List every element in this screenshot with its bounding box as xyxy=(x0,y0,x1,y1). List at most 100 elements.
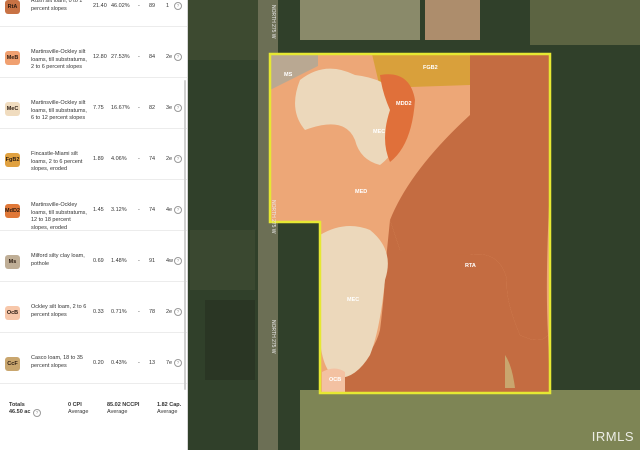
soil-percent: 46.02% xyxy=(111,3,130,9)
info-icon[interactable]: ? xyxy=(174,206,182,214)
totals-nccpi: 85.02 NCCPI xyxy=(107,402,140,408)
totals-cpi-label: Average xyxy=(68,409,89,415)
soil-table-panel: RtA Rush silt loam, 0 to 1 percent slopes… xyxy=(0,0,187,450)
soil-percent: 16.67% xyxy=(111,105,130,111)
soil-code-badge: FgB2 xyxy=(5,153,20,167)
soil-percent: 27.53% xyxy=(111,54,130,60)
info-icon[interactable]: ? xyxy=(33,409,41,417)
soil-code-badge: MeB xyxy=(5,51,20,65)
info-icon[interactable]: ? xyxy=(174,53,182,61)
soil-cap: 2e xyxy=(166,54,173,60)
soil-percent: 1.48% xyxy=(111,258,127,264)
soil-row: CcF Casco loam, 18 to 35 percent slopes 0.… xyxy=(0,333,187,384)
soil-cap: 3e xyxy=(166,105,173,111)
label-ocb: OCB xyxy=(329,377,341,383)
soil-acres: 7.75 xyxy=(93,105,104,111)
totals-cpi: 0 CPI xyxy=(68,402,82,408)
soil-row: MeB Martinsville-Ockley silt loams, till … xyxy=(0,27,187,78)
soil-name: Milford silty clay loam, pothole xyxy=(31,253,85,267)
info-icon[interactable]: ? xyxy=(174,359,182,367)
soil-row: RtA Rush silt loam, 0 to 1 percent slopes… xyxy=(0,0,187,27)
totals-row: Totals 46.50 ac ? 0 CPI Average 85.02 NC… xyxy=(0,398,187,450)
soil-cpi: - xyxy=(138,156,140,162)
soil-row: MdD2 Martinsville-Ockley loams, till subs… xyxy=(0,180,187,231)
soil-acres: 0.33 xyxy=(93,309,104,315)
soil-code-badge: OcB xyxy=(5,306,20,320)
soil-row: Ms Milford silty clay loam, pothole 0.69 1.… xyxy=(0,231,187,282)
soil-percent: 0.71% xyxy=(111,309,127,315)
road-label: NORTH 275 W xyxy=(270,320,276,354)
soil-row: FgB2 Fincastle-Miami silt loams, 2 to 6 p… xyxy=(0,129,187,180)
soil-nccpi: 82 xyxy=(149,105,156,111)
soil-nccpi: 91 xyxy=(149,258,156,264)
totals-cap: 1.82 Cap. xyxy=(157,402,182,408)
soil-name: Martinsville-Ockley silt loams, till sub… xyxy=(31,49,87,71)
soil-row: MeC Martinsville-Ockley silt loams, till … xyxy=(0,78,187,129)
soil-cpi: - xyxy=(138,207,140,213)
field-area xyxy=(425,0,480,40)
label-ms: MS xyxy=(284,72,293,78)
label-med: MED xyxy=(355,189,367,195)
soil-name: Martinsville-Ockley loams, till substrat… xyxy=(31,202,87,231)
soil-name: Rush silt loam, 0 to 1 percent slopes xyxy=(31,0,83,12)
watermark: IRMLS xyxy=(591,429,634,444)
soil-cap: 2e xyxy=(166,309,173,315)
soil-cap: 2e xyxy=(166,156,173,162)
scrollbar[interactable] xyxy=(184,80,186,390)
soil-cap: 1 xyxy=(166,3,170,9)
soil-acres: 21.40 xyxy=(93,3,107,9)
field-area xyxy=(188,0,258,60)
label-mec: MEC xyxy=(373,129,385,135)
info-icon[interactable]: ? xyxy=(174,2,182,10)
road-label: NORTH 275 W xyxy=(270,200,276,234)
soil-acres: 0.20 xyxy=(93,360,104,366)
soil-percent: 0.43% xyxy=(111,360,127,366)
soil-acres: 1.89 xyxy=(93,156,104,162)
soil-cpi: - xyxy=(138,105,140,111)
soil-cpi: - xyxy=(138,258,140,264)
soil-nccpi: 74 xyxy=(149,156,156,162)
road-label: NORTH 275 W xyxy=(270,5,276,39)
field-area xyxy=(530,0,640,45)
soil-name: Fincastle-Miami silt loams, 2 to 6 perce… xyxy=(31,151,83,173)
info-icon[interactable]: ? xyxy=(174,155,182,163)
soil-percent: 3.12% xyxy=(111,207,127,213)
soil-acres: 0.69 xyxy=(93,258,104,264)
soil-name: Casco loam, 18 to 35 percent slopes xyxy=(31,355,83,369)
soil-acres: 12.80 xyxy=(93,54,107,60)
field-area xyxy=(205,300,255,380)
soil-code-badge: Ms xyxy=(5,255,20,269)
soil-cpi: - xyxy=(138,3,140,9)
soil-code-badge: RtA xyxy=(5,0,20,14)
info-icon[interactable]: ? xyxy=(174,257,182,265)
soil-acres: 1.45 xyxy=(93,207,104,213)
soil-cap: 4e xyxy=(166,207,173,213)
label-rta: RTA xyxy=(465,263,476,269)
soil-cpi: - xyxy=(138,360,140,366)
soil-map: MS FGB2 MDD2 MEC MED RTA MEC OCB NORTH 2… xyxy=(188,0,640,450)
soil-code-badge: MeC xyxy=(5,102,20,116)
totals-cap-label: Average xyxy=(157,409,178,415)
label-fgb2: FGB2 xyxy=(423,65,438,71)
soil-cpi: - xyxy=(138,309,140,315)
totals-label: Totals xyxy=(9,402,25,408)
soil-cap: 7e xyxy=(166,360,173,366)
label-mec-2: MEC xyxy=(347,297,359,303)
soil-nccpi: 89 xyxy=(149,3,156,9)
label-mdd2: MDD2 xyxy=(396,101,412,107)
totals-acres: 46.50 ac xyxy=(9,409,31,415)
soil-name: Ockley silt loam, 2 to 6 percent slopes xyxy=(31,304,87,318)
field-area xyxy=(190,230,255,290)
soil-cpi: - xyxy=(138,54,140,60)
totals-nccpi-label: Average xyxy=(107,409,128,415)
soil-nccpi: 84 xyxy=(149,54,156,60)
info-icon[interactable]: ? xyxy=(174,308,182,316)
soil-code-badge: CcF xyxy=(5,357,20,371)
info-icon[interactable]: ? xyxy=(174,104,182,112)
field-area xyxy=(300,0,420,40)
soil-cap: 4w xyxy=(166,258,174,264)
soil-row: OcB Ockley silt loam, 2 to 6 percent slop… xyxy=(0,282,187,333)
soil-code-badge: MdD2 xyxy=(5,204,20,218)
soil-percent: 4.06% xyxy=(111,156,127,162)
field-area xyxy=(300,390,640,450)
